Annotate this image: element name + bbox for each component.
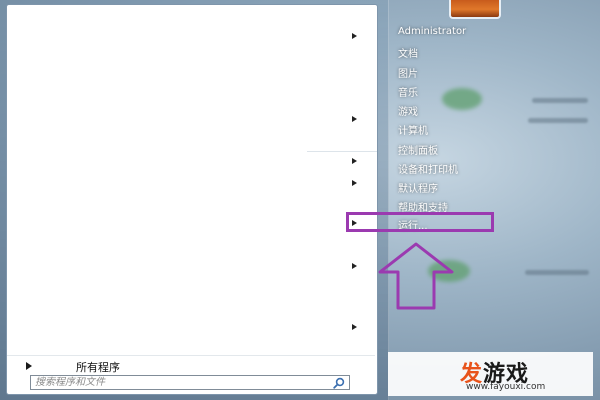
run-highlight-box <box>346 212 494 232</box>
search-icon[interactable] <box>333 377 345 389</box>
documents-item[interactable]: 文档 <box>398 45 418 60</box>
pictures-item[interactable]: 图片 <box>398 65 418 80</box>
user-name-item[interactable]: Administrator <box>398 26 466 37</box>
devices-printers-item[interactable]: 设备和打印机 <box>398 161 458 176</box>
search-input[interactable] <box>35 376 315 389</box>
submenu-arrow-icon[interactable] <box>352 324 357 330</box>
pointer-arrow-icon <box>378 242 454 310</box>
all-programs-label: 所有程序 <box>76 361 120 374</box>
submenu-arrow-icon[interactable] <box>352 33 357 39</box>
control-panel-item[interactable]: 控制面板 <box>398 142 438 157</box>
programs-pane: 所有程序 <box>6 4 378 395</box>
submenu-arrow-icon[interactable] <box>352 158 357 164</box>
blurred-desktop-text <box>525 270 589 275</box>
watermark: 发游戏 www.fayouxi.com <box>388 352 593 396</box>
blurred-desktop-text <box>532 98 588 103</box>
computer-item[interactable]: 计算机 <box>398 122 428 137</box>
expand-triangle-icon <box>26 362 32 370</box>
search-box[interactable] <box>30 375 350 390</box>
submenu-arrow-icon[interactable] <box>352 180 357 186</box>
default-programs-item[interactable]: 默认程序 <box>398 180 438 195</box>
watermark-url: www.fayouxi.com <box>466 382 546 392</box>
games-item[interactable]: 游戏 <box>398 103 418 118</box>
user-avatar[interactable] <box>449 0 501 19</box>
blurred-desktop-text <box>528 118 588 123</box>
all-programs-button[interactable]: 所有程序 <box>7 355 375 376</box>
blurred-desktop-icon <box>442 88 482 110</box>
music-item[interactable]: 音乐 <box>398 84 418 99</box>
start-menu: 所有程序 <box>0 0 389 400</box>
separator <box>307 151 377 152</box>
submenu-arrow-icon[interactable] <box>352 263 357 269</box>
submenu-arrow-icon[interactable] <box>352 116 357 122</box>
